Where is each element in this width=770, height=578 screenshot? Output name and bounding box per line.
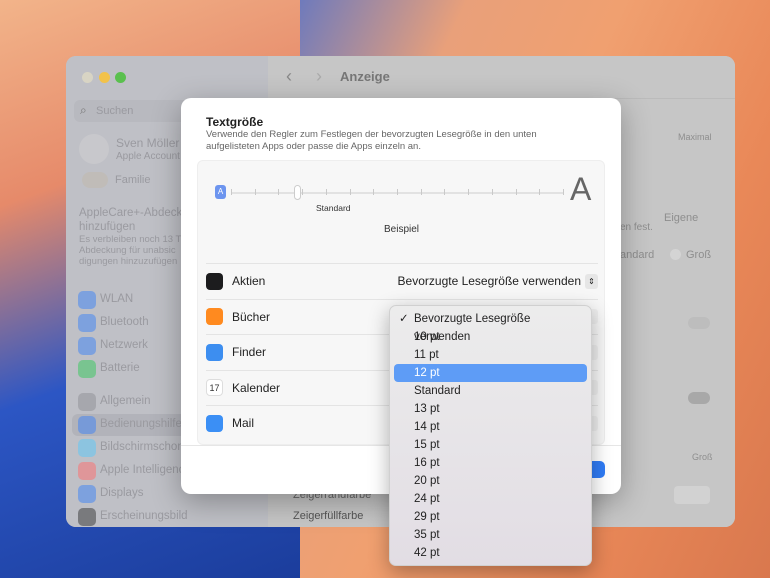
menu-item[interactable]: 14 pt [394,418,587,436]
slider-tick [349,189,351,195]
slider-tick [491,189,493,195]
bluetooth-icon [78,314,96,332]
menu-item[interactable]: 24 pt [394,490,587,508]
family-icon [82,172,108,188]
slider-tick [444,189,446,195]
toggle-2[interactable] [688,392,710,404]
menu-item[interactable]: 12 pt [394,364,587,382]
menu-item[interactable]: ✓ Bevorzugte Lesegröße verwenden [394,310,587,343]
search-icon: ⌕ [80,103,87,117]
sidebar-item-bedienungshilfen[interactable]: Bedienungshilfen [100,418,188,430]
zoom-button[interactable] [115,72,126,83]
sidebar-item-erscheinungsbild[interactable]: Erscheinungsbild [100,510,188,522]
color-well-border[interactable] [674,486,710,504]
back-icon[interactable]: ‹ [286,66,292,87]
batterie-icon [78,360,96,378]
menu-item[interactable]: 35 pt [394,526,587,544]
slider-tick [302,189,304,195]
sidebar-item-apple-intelligence[interactable]: Apple Intelligence [100,464,191,476]
checkmark-icon: ✓ [399,313,409,325]
slider-tick [373,189,375,195]
sidebar-item-allgemein[interactable]: Allgemein [100,395,151,407]
chevron-updown-icon[interactable]: ⇕ [585,273,598,289]
text-size-dropdown-menu: ✓ Bevorzugte Lesegröße verwenden 10 pt 11 p… [389,305,592,566]
small-text-icon: A [215,185,226,199]
menu-item[interactable]: 16 pt [394,454,587,472]
radio-gross[interactable] [670,249,681,260]
slider-tick [468,189,470,195]
avatar[interactable] [79,134,109,164]
menu-item[interactable]: 15 pt [394,436,587,454]
sample-text: Beispiel [384,224,420,235]
page-title: Anzeige [340,69,390,84]
sidebar-item-wlan[interactable]: WLAN [100,293,133,305]
netzwerk-icon [78,337,96,355]
menu-item[interactable]: 20 pt [394,472,587,490]
finder-app-icon [206,343,223,361]
app-row-aktien: Aktien Bevorzugte Lesegröße verwenden ⇕ [206,263,598,298]
bedienungshilfen-icon [78,416,96,434]
slider-tick [515,189,517,195]
close-button[interactable] [82,72,93,83]
wlan-icon [78,291,96,309]
minimize-button[interactable] [99,72,110,83]
erscheinungsbild-icon [78,508,96,526]
slider-tick [278,189,280,195]
forward-icon[interactable]: › [316,66,322,87]
sidebar-item-bildschirmschoner[interactable]: Bildschirmschoner [100,441,194,453]
slider-tick [231,189,232,195]
apple-intelligence-icon [78,462,96,480]
zeigerfuellfarbe-label: Zeigerfüllfarbe [293,510,364,522]
sidebar-item-displays[interactable]: Displays [100,487,143,499]
allgemein-icon [78,393,96,411]
sidebar-item-netzwerk[interactable]: Netzwerk [100,339,148,351]
slider-tick [563,189,564,195]
slider-tick [254,189,256,195]
displays-icon [78,485,96,503]
slider-tick [325,189,327,195]
eigene-link[interactable]: Eigene [664,212,698,224]
mail-app-icon [206,414,223,432]
menu-item[interactable]: 11 pt [394,346,587,364]
sheet-description: Verwende den Regler zum Festlegen der be… [206,129,537,152]
menu-item[interactable]: 42 pt [394,544,587,562]
menu-item[interactable]: 13 pt [394,400,587,418]
user-name[interactable]: Sven Möller [116,136,179,150]
menu-item[interactable]: 29 pt [394,508,587,526]
bildschirmschoner-icon [78,439,96,457]
sheet-title: Textgröße [206,115,264,129]
slider-thumb[interactable] [294,185,302,200]
slider-tick [397,189,398,195]
text-size-slider[interactable] [231,185,564,200]
slider-tick [420,189,422,195]
bücher-app-icon [206,308,223,325]
menu-item[interactable]: 10 pt [394,328,587,346]
text-size-popup[interactable]: Bevorzugte Lesegröße verwenden [398,274,581,288]
aktien-app-icon [206,272,223,290]
sidebar-item-bluetooth[interactable]: Bluetooth [100,316,149,328]
toggle-1[interactable] [688,317,710,329]
sidebar-item-familie[interactable]: Familie [115,174,150,186]
large-text-icon: A [570,171,592,207]
sidebar-item-batterie[interactable]: Batterie [100,362,140,374]
menu-item[interactable]: Standard [394,382,587,400]
kalender-app-icon: 17 [206,379,223,396]
slider-tick [539,189,541,195]
